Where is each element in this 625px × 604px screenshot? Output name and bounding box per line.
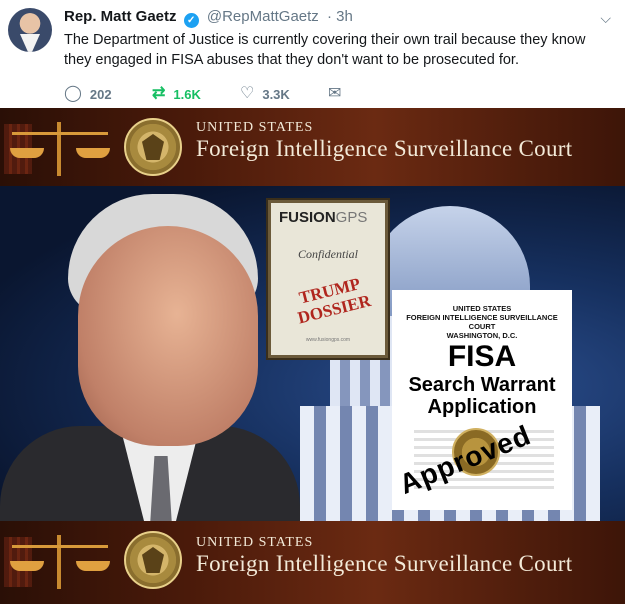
retweet-count: 1.6K	[173, 86, 201, 102]
banner-title: Foreign Intelligence Surveillance Court	[196, 551, 573, 576]
fisa-warrant-document: UNITED STATES FOREIGN INTELLIGENCE SURVE…	[392, 290, 572, 510]
tweet-card: Rep. Matt Gaetz ✓ @RepMattGaetz · 3h ⌵ T…	[0, 0, 625, 108]
retweet-button[interactable]: ⇄ 1.6K	[152, 86, 240, 102]
author-handle[interactable]: @RepMattGaetz	[207, 8, 319, 25]
reply-count: 202	[89, 86, 112, 102]
scales-of-justice-icon	[4, 114, 114, 180]
warrant-title: FISA	[447, 340, 517, 373]
court-seal-icon	[124, 118, 182, 176]
tweet-text: The Department of Justice is currently c…	[64, 32, 586, 68]
retweet-icon: ⇄	[152, 85, 166, 102]
dossier-footer: www.fusiongps.com	[305, 337, 351, 343]
fisc-banner-bottom: UNITED STATES Foreign Intelligence Surve…	[0, 521, 625, 604]
like-icon: ♡	[240, 85, 255, 102]
court-seal-icon	[124, 531, 182, 589]
verified-badge-icon: ✓	[183, 13, 199, 28]
tweet-author: Rep. Matt Gaetz ✓ @RepMattGaetz · 3h	[64, 8, 353, 28]
scales-of-justice-icon	[4, 527, 114, 593]
message-button[interactable]: ✉	[328, 86, 416, 102]
warrant-subtitle: Search Warrant Application	[408, 374, 556, 418]
reply-icon: ◯	[64, 85, 82, 102]
tweet-image[interactable]: FUSIONGPS Confidential TRUMP DOSSIER www…	[0, 186, 625, 521]
dossier-stamp: TRUMP DOSSIER	[295, 274, 373, 328]
like-count: 3.3K	[262, 86, 290, 102]
warrant-header: UNITED STATES FOREIGN INTELLIGENCE SURVE…	[406, 304, 558, 340]
dossier-document: FUSIONGPS Confidential TRUMP DOSSIER www…	[268, 200, 388, 358]
reply-button[interactable]: ◯ 202	[64, 86, 152, 102]
fisc-banner-top: UNITED STATES Foreign Intelligence Surve…	[0, 108, 625, 186]
tweet-actions: ◯ 202 ⇄ 1.6K ♡ 3.3K ✉	[64, 86, 416, 102]
chevron-down-icon[interactable]: ⌵	[600, 10, 611, 27]
banner-title: Foreign Intelligence Surveillance Court	[196, 136, 573, 161]
dossier-confidential: Confidential	[298, 247, 358, 261]
tweet-time[interactable]: · 3h	[327, 8, 353, 25]
dossier-logo: FUSIONGPS	[279, 209, 368, 226]
author-name[interactable]: Rep. Matt Gaetz	[64, 8, 177, 25]
like-button[interactable]: ♡ 3.3K	[240, 86, 328, 102]
message-icon: ✉	[328, 85, 342, 102]
banner-subtitle: UNITED STATES	[196, 535, 314, 550]
banner-subtitle: UNITED STATES	[196, 120, 314, 135]
avatar[interactable]	[8, 8, 52, 52]
